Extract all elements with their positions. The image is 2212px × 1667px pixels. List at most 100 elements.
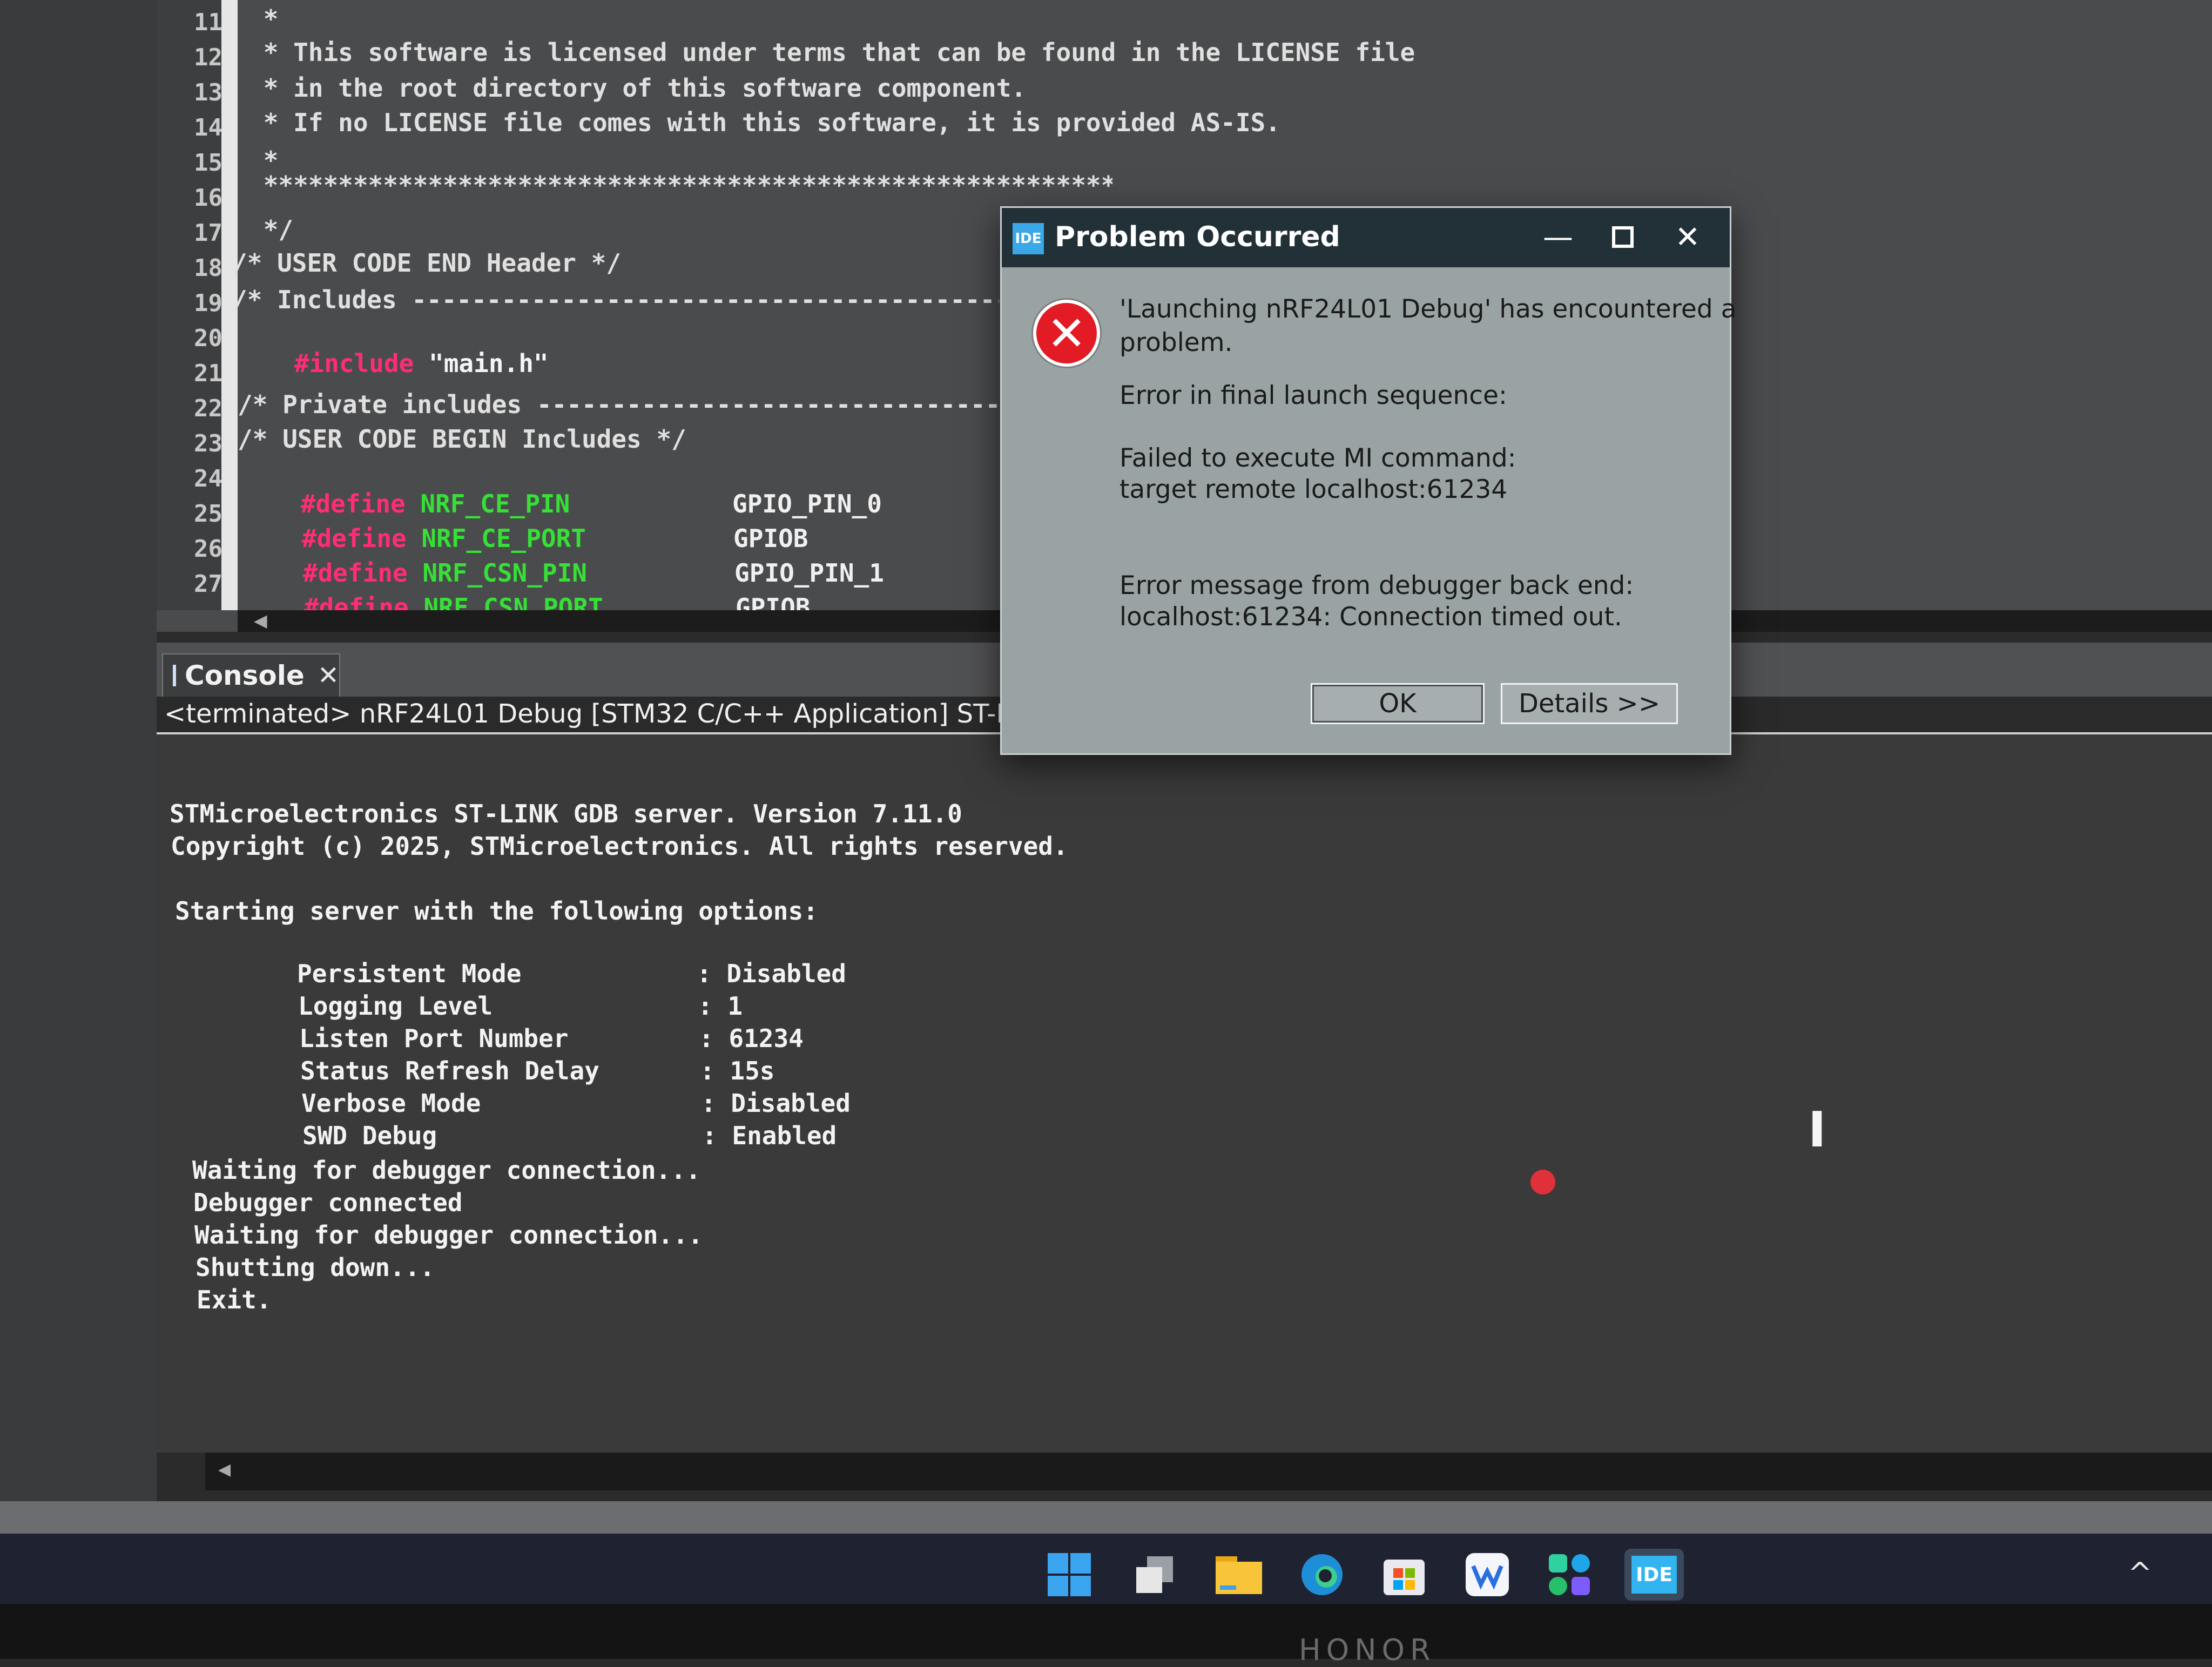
console-horizontal-scrollbar[interactable]: ◀ [205, 1453, 2212, 1490]
task-view-icon [1136, 1556, 1173, 1593]
console-option-row: Status Refresh Delay: 15s [160, 1027, 1078, 1085]
windows-logo-icon [1070, 1553, 1091, 1574]
pinned-app-button[interactable] [1461, 1549, 1513, 1601]
ide-app-icon: IDE [1631, 1556, 1677, 1594]
console-line: Debugger connected [193, 1188, 463, 1217]
console-tab-label: Console [185, 660, 305, 691]
scroll-left-arrow-icon[interactable]: ◀ [218, 1460, 231, 1479]
text-cursor-icon: I [1808, 1102, 1826, 1158]
details-button[interactable]: Details >> [1501, 683, 1678, 724]
dialog-error-detail: Failed to execute MI command: [1120, 443, 1516, 473]
chevron-up-icon[interactable]: ^ [2128, 1556, 2152, 1590]
dialog-message: problem. [1120, 328, 1233, 357]
code-comment-line: * [248, 4, 279, 33]
windows-logo-icon [1070, 1576, 1091, 1596]
code-comment-line: /* Private includes --------------------… [238, 390, 999, 419]
console-line: Waiting for debugger connection... [192, 1156, 701, 1185]
dialog-error-heading: Error in final launch sequence: [1120, 381, 1507, 410]
console-option-row: Persistent Mode: Disabled [157, 930, 1075, 988]
line-number-gutter: 11 12 13 14 15 16 17 18 19 20 21 22 23 2… [157, 0, 222, 610]
define-line: #define NRF_CE_PORT GPIOB [242, 495, 1052, 553]
line-number: 16 [194, 184, 222, 212]
console-line: Copyright (c) 2025, STMicroelectronics. … [171, 832, 1068, 861]
brand-logo: HONOR [1299, 1633, 1436, 1667]
taskbar [0, 1534, 2212, 1604]
app-grid-icon [1549, 1554, 1590, 1595]
close-button[interactable]: ✕ [1655, 215, 1720, 259]
line-number: 24 [194, 465, 222, 492]
dialog-error-detail: localhost:61234: Connection timed out. [1120, 602, 1622, 632]
line-number: 11 [194, 9, 222, 36]
ide-app-icon: IDE [1013, 223, 1044, 254]
task-view-button[interactable] [1129, 1549, 1181, 1601]
start-button[interactable] [1043, 1549, 1095, 1601]
screen-spot [1530, 1170, 1555, 1194]
line-number: 12 [194, 44, 222, 71]
code-comment-line: */ [248, 215, 294, 244]
maximize-button[interactable] [1590, 215, 1655, 259]
line-number: 23 [194, 430, 222, 457]
line-number: 14 [194, 114, 222, 141]
file-explorer-button[interactable] [1213, 1549, 1265, 1601]
line-number: 13 [194, 79, 222, 106]
define-line: #define NRF_CSN_PIN GPIO_PIN_1 [243, 529, 1053, 588]
define-line: #define NRF_CSN_PORT GPIOB [244, 564, 1054, 622]
monitor-bezel [0, 1604, 2212, 1659]
maximize-icon [1612, 226, 1634, 248]
store-icon [1384, 1560, 1425, 1595]
console-line: Shutting down... [195, 1253, 435, 1282]
dialog-error-detail: target remote localhost:61234 [1120, 475, 1508, 504]
dialog-message: 'Launching nRF24L01 Debug' has encounter… [1120, 294, 1737, 324]
console-output[interactable]: STMicroelectronics ST-LINK GDB server. V… [157, 734, 2212, 1453]
close-icon[interactable]: ✕ [318, 660, 339, 691]
include-file: "main.h" [429, 349, 549, 378]
dialog-title: Problem Occurred [1055, 221, 1340, 253]
line-number: 15 [194, 149, 222, 177]
tab-console[interactable]: Console ✕ [162, 653, 340, 697]
code-comment-line: /* USER CODE BEGIN Includes */ [238, 424, 686, 454]
dialog-error-detail: Error message from debugger back end: [1120, 571, 1634, 600]
code-comment-line: * This software is licensed under terms … [248, 38, 1415, 67]
windows-logo-icon [1048, 1553, 1068, 1574]
code-comment-line: /* Includes ----------------------------… [232, 285, 999, 314]
code-comment-line: /* USER CODE END Header */ [232, 248, 622, 278]
error-icon: ✕ [1033, 300, 1100, 367]
window-bottom-border [0, 1501, 2212, 1534]
line-number: 25 [194, 500, 222, 528]
include-keyword: #include [294, 349, 414, 378]
code-comment-line: * If no LICENSE file comes with this sof… [248, 108, 1280, 137]
console-option-row: Verbose Mode: Disabled [161, 1059, 1079, 1118]
problem-occurred-dialog: IDE Problem Occurred — ✕ ✕ 'Launching nR… [1000, 206, 1736, 755]
define-line: #define NRF_CE_PIN GPIO_PIN_0 [241, 460, 1051, 518]
code-comment-line: * in the root directory of this software… [248, 73, 1027, 103]
line-number: 17 [194, 219, 222, 247]
console-option-row: Listen Port Number: 61234 [159, 995, 1077, 1053]
console-line: Waiting for debugger connection... [194, 1220, 703, 1250]
ide-taskbar-button[interactable]: IDE [1624, 1549, 1684, 1601]
console-line: STMicroelectronics ST-LINK GDB server. V… [170, 799, 962, 828]
line-number: 18 [194, 254, 222, 282]
edge-browser-button[interactable] [1296, 1549, 1348, 1601]
console-option-row: SWD Debug : Enabled [162, 1092, 1080, 1150]
line-number: 21 [194, 360, 222, 387]
console-option-row: Logging Level: 1 [158, 962, 1076, 1021]
console-line: Exit. [197, 1285, 272, 1314]
window-left-margin [0, 0, 157, 1501]
store-button[interactable] [1378, 1549, 1430, 1601]
line-number: 19 [194, 289, 222, 317]
line-number: 26 [194, 535, 222, 563]
dialog-titlebar[interactable]: IDE Problem Occurred — ✕ [1002, 208, 1730, 267]
edge-icon [1301, 1554, 1343, 1595]
console-line: Starting server with the following optio… [175, 896, 818, 926]
code-comment-line: ****************************************… [263, 171, 1112, 200]
scroll-left-arrow-icon[interactable]: ◀ [254, 610, 267, 631]
folder-icon [1216, 1556, 1262, 1594]
app-w-icon [1466, 1553, 1509, 1596]
minimize-button[interactable]: — [1526, 215, 1590, 259]
pinned-app-button[interactable] [1543, 1549, 1595, 1601]
option-key: SWD Debug [302, 1121, 437, 1150]
line-number: 20 [194, 325, 222, 352]
ok-button[interactable]: OK [1311, 683, 1485, 724]
option-value: : Enabled [702, 1121, 837, 1150]
line-number: 22 [194, 395, 222, 422]
